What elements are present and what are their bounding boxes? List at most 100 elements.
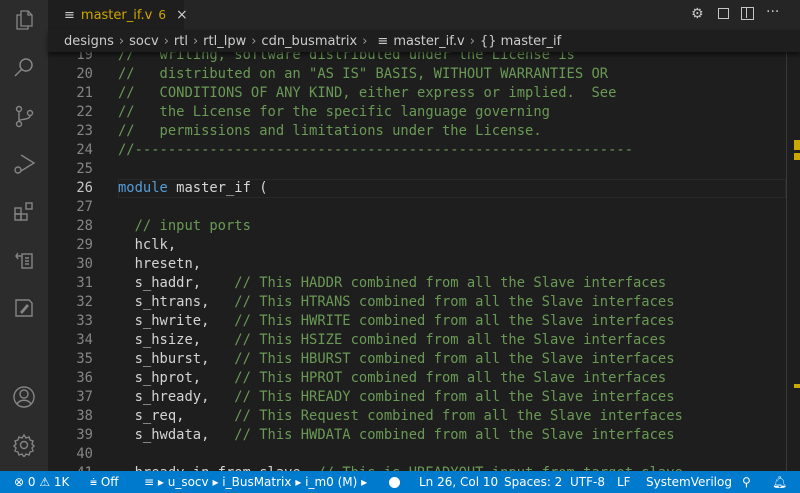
code-line: 27 — [48, 198, 800, 217]
close-tab-button[interactable]: × — [176, 7, 188, 23]
line-number: 29 — [76, 237, 93, 253]
line-number: 26 — [76, 180, 93, 196]
line-number: 22 — [76, 104, 93, 120]
code-text: s_req, — [118, 408, 235, 424]
line-number: 27 — [76, 199, 93, 215]
code-text: // permissions and limitations under the… — [118, 123, 542, 139]
code-line: 38 s_req, // This Request combined from … — [48, 407, 800, 426]
remote-explorer-icon[interactable] — [0, 240, 48, 280]
code-line: 30 hresetn, — [48, 255, 800, 274]
code-line: 29 hclk, — [48, 236, 800, 255]
code-line: 23 // permissions and limitations under t… — [48, 122, 800, 141]
tab-bar: ≡ master_if.v 6 × ⚙ ··· — [48, 0, 800, 30]
line-number: 37 — [76, 389, 93, 405]
code-line: 24 //------------------------------------… — [48, 141, 800, 160]
indentation[interactable]: Spaces: 2 — [504, 471, 562, 493]
code-text: hresetn, — [118, 256, 202, 272]
line-number: 39 — [76, 427, 93, 443]
code-line: 36 s_hprot, // This HPROT combined from … — [48, 369, 800, 388]
run-debug-icon[interactable] — [0, 144, 48, 184]
explorer-icon[interactable] — [0, 0, 48, 40]
keyword: module — [118, 180, 168, 196]
line-number: 38 — [76, 408, 93, 424]
line-number: 25 — [76, 161, 93, 177]
problems-status[interactable]: ⊗ 0 ⚠ 1K — [14, 471, 69, 493]
crumb-socv[interactable]: socv — [129, 34, 159, 49]
code-editor[interactable]: 19 // writing, software distributed under… — [48, 52, 800, 471]
comment: // This HWDATA combined from all the Sla… — [234, 427, 675, 443]
encoding[interactable]: UTF-8 — [570, 471, 605, 493]
code-text: s_hwrite, — [118, 313, 235, 329]
line-number: 36 — [76, 370, 93, 386]
line-number: 28 — [76, 218, 93, 234]
line-number: 30 — [76, 256, 93, 272]
code-line: 39 s_hwdata, // This HWDATA combined fro… — [48, 426, 800, 445]
crumb-cdn-busmatrix[interactable]: cdn_busmatrix — [261, 34, 357, 49]
search-icon[interactable] — [0, 48, 48, 88]
code-line: 33 s_hwrite, // This HWRITE combined fro… — [48, 312, 800, 331]
code-text: s_hwdata, — [118, 427, 235, 443]
line-number: 23 — [76, 123, 93, 139]
line-number: 41 — [48, 464, 93, 471]
line-number: 33 — [76, 313, 93, 329]
manage-gear-icon[interactable] — [0, 425, 48, 465]
notes-icon[interactable] — [0, 288, 48, 328]
line-number: 31 — [76, 275, 93, 291]
crumb-file[interactable]: master_if.v — [393, 34, 464, 49]
code-text: s_haddr, — [118, 275, 235, 291]
crumb-symbol[interactable]: {} master_if — [480, 34, 561, 49]
scope-breadcrumb[interactable]: ≡ ▸ u_socv ▸ i_BusMatrix ▸ i_m0 (M) ▸ — [144, 471, 367, 493]
comment: // This HBURST combined from all the Sla… — [234, 351, 675, 367]
comment: // This HREADY combined from all the Sla… — [234, 389, 675, 405]
line-number: 34 — [76, 332, 93, 348]
code-text: master_if ( — [167, 180, 268, 196]
notifications-bell-icon[interactable]: 🔔︎ — [772, 471, 787, 493]
toggle-panel-icon[interactable] — [718, 8, 729, 19]
crumb-rtl-lpw[interactable]: rtl_lpw — [203, 34, 246, 49]
line-number: 24 — [76, 142, 93, 158]
more-actions-icon[interactable]: ··· — [766, 4, 779, 20]
code-text: s_hprot, — [118, 370, 235, 386]
filter-status[interactable]: ⩧ Off — [90, 471, 119, 493]
code-text: //--------------------------------------… — [118, 142, 633, 158]
problem-count: 6 — [158, 8, 166, 22]
tab-master-if[interactable]: ≡ master_if.v 6 × — [48, 0, 188, 30]
code-line: 20 // distributed on an "AS IS" BASIS, WI… — [48, 65, 800, 84]
code-text: // the License for the specific language… — [118, 104, 550, 120]
code-line: 37 s_hready, // This HREADY combined fro… — [48, 388, 800, 407]
code-text: s_hsize, — [118, 332, 235, 348]
code-line: 22 // the License for the specific langua… — [48, 103, 800, 122]
code-line: 26 module master_if ( — [48, 179, 800, 198]
code-text: s_hready, — [118, 389, 235, 405]
settings-gear-icon[interactable]: ⚙ — [691, 6, 704, 22]
end-of-line[interactable]: LF — [617, 471, 631, 493]
code-text: s_htrans, — [118, 294, 235, 310]
code-text: hclk, — [118, 237, 177, 253]
vertical-scrollbar[interactable] — [786, 52, 800, 471]
code-line: 41 hready_in_from_slave, // This is HREA… — [48, 464, 800, 471]
line-number: 21 — [76, 85, 93, 101]
code-line: 25 — [48, 160, 800, 179]
account-icon[interactable] — [0, 377, 48, 417]
code-line: 40 — [48, 445, 800, 464]
code-line: 35 s_hburst, // This HBURST combined fro… — [48, 350, 800, 369]
extensions-icon[interactable] — [0, 192, 48, 232]
source-control-icon[interactable] — [0, 96, 48, 136]
comment: // This HWRITE combined from all the Sla… — [234, 313, 675, 329]
code-line: 32 s_htrans, // This HTRANS combined fro… — [48, 293, 800, 312]
code-text: // writing, software distributed under t… — [118, 52, 575, 63]
code-line: 21 // CONDITIONS OF ANY KIND, either expr… — [48, 84, 800, 103]
tab-label: master_if.v — [80, 7, 153, 23]
split-editor-icon[interactable] — [741, 7, 754, 20]
crumb-rtl[interactable]: rtl — [174, 34, 188, 49]
line-number: 40 — [76, 446, 93, 462]
cursor-position[interactable]: Ln 26, Col 10 — [419, 471, 498, 493]
dot-icon — [389, 477, 400, 488]
comment: // This Request combined from all the Sl… — [234, 408, 683, 424]
line-number: 19 — [76, 52, 93, 63]
line-number: 35 — [76, 351, 93, 367]
feedback-icon[interactable]: ⚲ — [742, 471, 751, 493]
language-mode[interactable]: SystemVerilog — [646, 471, 732, 493]
crumb-designs[interactable]: designs — [64, 34, 114, 49]
code-text: s_hburst, — [118, 351, 235, 367]
